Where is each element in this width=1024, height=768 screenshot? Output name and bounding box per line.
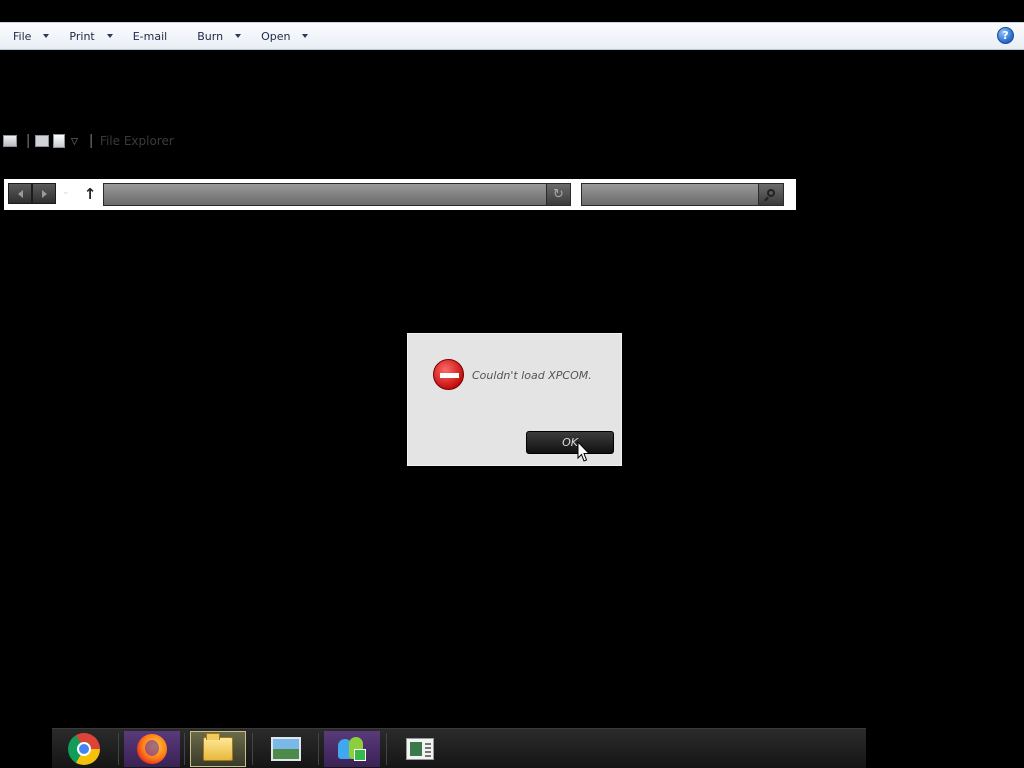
chevron-down-icon [302, 34, 309, 38]
taskbar-file-explorer[interactable] [190, 731, 246, 767]
ok-button[interactable]: OK [526, 431, 614, 454]
help-icon: ? [1002, 29, 1009, 42]
new-folder-icon[interactable] [53, 134, 65, 148]
ok-button-label: OK [562, 436, 578, 449]
search-button[interactable] [758, 184, 783, 205]
error-stop-icon [433, 359, 464, 390]
dialog-message: Couldn't load XPCOM. [472, 369, 592, 382]
chrome-icon [68, 733, 100, 765]
mouse-cursor-icon [577, 441, 591, 462]
menu-email[interactable]: E-mail [120, 25, 185, 47]
quick-access-toolbar: ▽ File Explorer [3, 133, 174, 149]
recent-locations-icon[interactable]: ⌄ [62, 187, 72, 197]
address-bar[interactable]: ↻ [103, 183, 571, 206]
menu-burn-label: Burn [197, 29, 224, 43]
menu-email-label: E-mail [132, 29, 168, 43]
properties-icon[interactable] [3, 135, 17, 147]
forward-button[interactable] [32, 183, 56, 204]
taskbar-document-viewer[interactable] [392, 731, 448, 767]
taskbar [52, 728, 866, 768]
menu-file[interactable]: File [0, 25, 56, 47]
menu-bar: File Print E-mail Burn Open ? [0, 22, 1024, 50]
navigation-bar: ⌄ ↑ ↻ [4, 179, 796, 210]
menu-print-label: Print [69, 29, 95, 43]
taskbar-separator [252, 733, 253, 765]
menu-open[interactable]: Open [248, 25, 315, 47]
photo-viewer-icon [271, 737, 301, 761]
back-arrow-icon [17, 189, 23, 198]
chevron-down-icon [106, 34, 113, 38]
refresh-icon[interactable]: ↻ [546, 184, 570, 205]
back-button[interactable] [8, 183, 32, 204]
taskbar-photo-viewer[interactable] [258, 731, 314, 767]
document-viewer-icon [406, 738, 434, 760]
window-title: File Explorer [99, 134, 174, 148]
taskbar-firefox[interactable] [124, 731, 180, 767]
firefox-icon [137, 734, 167, 764]
search-box [581, 183, 784, 206]
up-arrow-icon[interactable]: ↑ [82, 184, 98, 204]
forward-arrow-icon [41, 189, 47, 198]
toolbar-separator [27, 134, 29, 148]
menu-open-label: Open [261, 29, 291, 43]
taskbar-chrome[interactable] [56, 731, 112, 767]
messenger-icon [336, 735, 368, 763]
help-button[interactable]: ? [997, 27, 1014, 44]
customize-icon[interactable]: ▽ [71, 137, 78, 147]
taskbar-messenger[interactable] [324, 731, 380, 767]
chevron-down-icon [235, 34, 242, 38]
file-explorer-icon [203, 733, 233, 761]
taskbar-separator [386, 733, 387, 765]
search-icon [767, 189, 775, 197]
taskbar-separator [184, 733, 185, 765]
taskbar-separator [118, 733, 119, 765]
taskbar-separator [318, 733, 319, 765]
chevron-down-icon [43, 34, 50, 38]
properties-icon[interactable] [35, 135, 49, 147]
menu-burn[interactable]: Burn [184, 25, 248, 47]
search-input[interactable] [585, 187, 753, 202]
toolbar-separator [89, 134, 92, 148]
menu-print[interactable]: Print [56, 25, 119, 47]
menu-file-label: File [13, 29, 32, 43]
